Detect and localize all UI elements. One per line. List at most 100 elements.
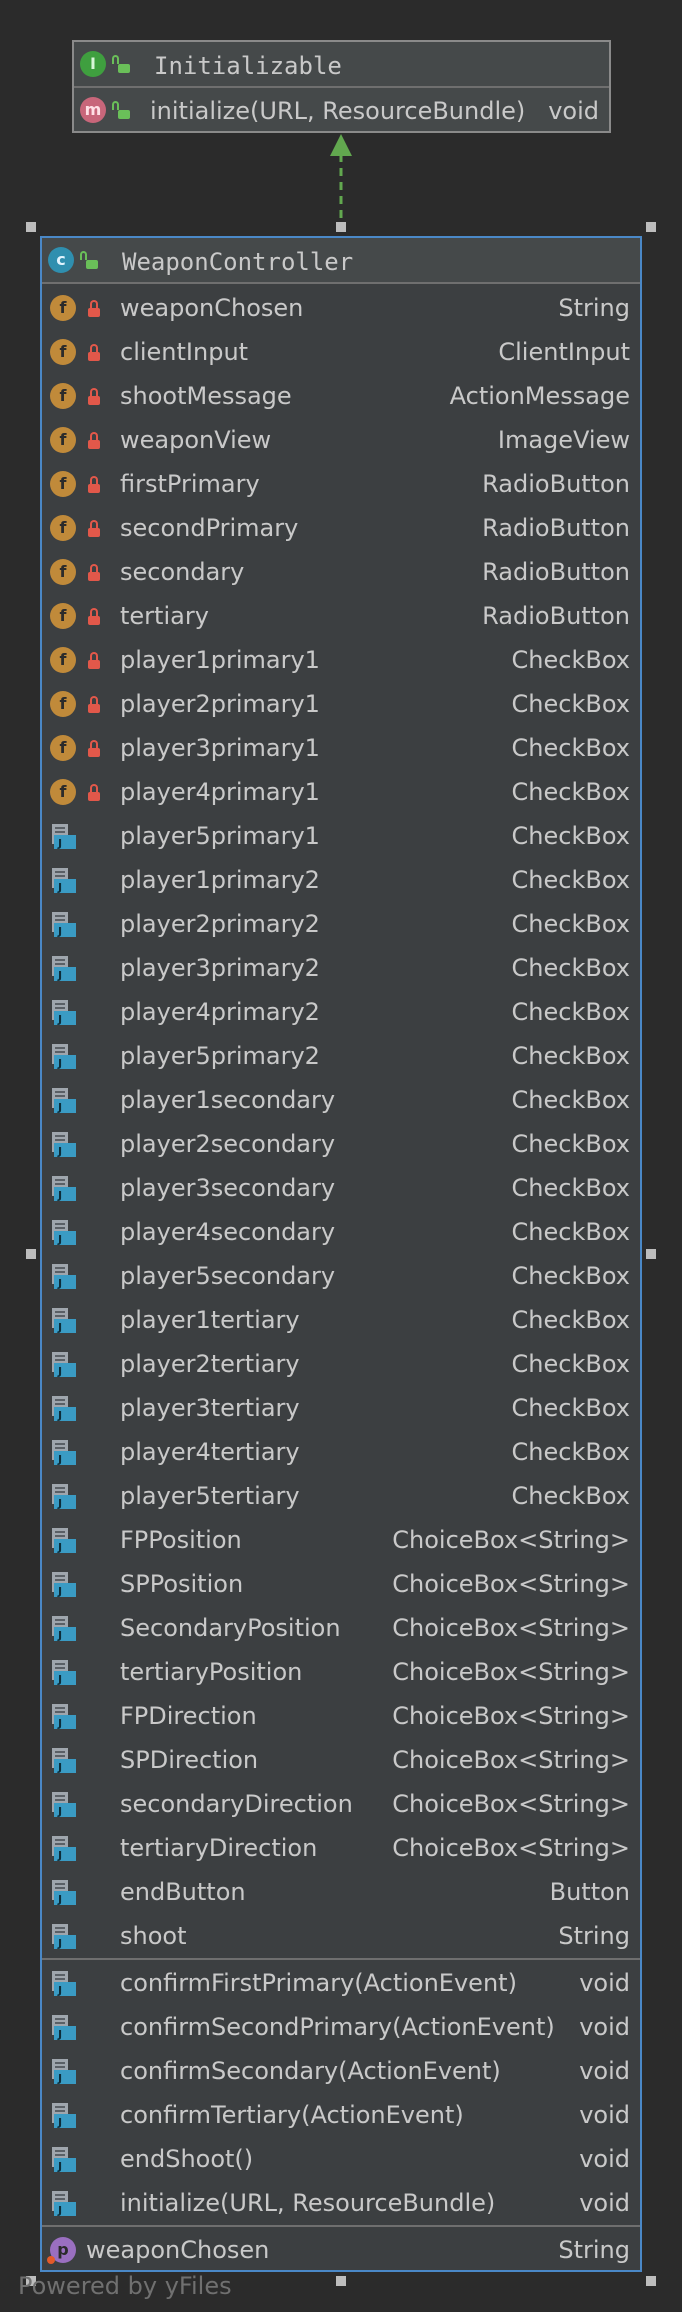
field-name: player3primary2 [120,954,320,982]
field-row: J SPPosition ChoiceBox<String> [42,1562,640,1606]
field-name: player5tertiary [120,1482,300,1510]
field-type: CheckBox [511,1174,630,1202]
property-row: p weaponChosen String [42,2228,640,2272]
field-row: Jplayer4secondary CheckBox [42,1210,640,1254]
resize-handle[interactable] [646,1249,656,1259]
field-name: player3tertiary [120,1394,300,1422]
resize-handle[interactable] [646,222,656,232]
field-name: FPDirection [120,1702,257,1730]
svg-text:J: J [57,1277,62,1290]
private-lock-icon [88,564,100,581]
field-icon: f [50,427,76,453]
svg-text:J: J [57,1541,62,1554]
field-type: CheckBox [511,1438,630,1466]
java-member-icon: J [50,1878,78,1906]
svg-text:J: J [57,1629,62,1642]
field-type: ActionMessage [449,382,630,410]
field-name: weaponView [120,426,272,454]
svg-text:J: J [57,2160,62,2173]
field-icon: f [50,603,76,629]
svg-text:J: J [57,1893,62,1906]
svg-text:J: J [57,1937,62,1950]
svg-text:J: J [57,1717,62,1730]
method-name: initialize(URL, ResourceBundle) [120,2189,496,2217]
field-row: JtertiaryDirection ChoiceBox<String> [42,1826,640,1870]
field-type: ImageView [497,426,630,454]
divider [42,2225,640,2227]
method-type: void [579,2013,630,2041]
svg-text:J: J [57,1409,62,1422]
java-member-icon: J [50,2057,78,2085]
java-member-icon: J [50,1394,78,1422]
java-member-icon: J [50,866,78,894]
field-type: ChoiceBox<String> [392,1746,630,1774]
svg-text:J: J [57,2072,62,2085]
resize-handle[interactable] [336,2276,346,2286]
java-member-icon: J [50,1658,78,1686]
java-member-icon: J [50,910,78,938]
field-icon: f [50,691,76,717]
svg-text:J: J [57,1321,62,1334]
field-type: ChoiceBox<String> [392,1570,630,1598]
private-lock-icon [88,520,100,537]
java-member-icon: J [50,998,78,1026]
resize-handle[interactable] [26,1249,36,1259]
svg-text:J: J [57,1585,62,1598]
field-row: f weaponChosen String [42,286,640,330]
field-type: CheckBox [511,1042,630,1070]
field-icon: f [50,383,76,409]
field-row: Jplayer3primary2 CheckBox [42,946,640,990]
field-row: Jplayer5tertiary CheckBox [42,1474,640,1518]
interface-node[interactable]: I Initializable m initialize(URL, Resour… [72,40,611,133]
class-icon: c [48,247,74,273]
field-name: secondary [120,558,245,586]
field-type: CheckBox [511,646,630,674]
field-name: player4secondary [120,1218,336,1246]
field-row: f secondPrimary RadioButton [42,506,640,550]
method-row: JconfirmTertiary(ActionEvent) void [42,2093,640,2137]
field-row: f shootMessage ActionMessage [42,374,640,418]
field-name: player2tertiary [120,1350,300,1378]
field-type: CheckBox [511,690,630,718]
resize-handle[interactable] [646,2276,656,2286]
private-lock-icon [88,696,100,713]
svg-text:J: J [57,837,62,850]
field-name: endButton [120,1878,246,1906]
java-member-icon: J [50,1306,78,1334]
field-type: ChoiceBox<String> [392,1790,630,1818]
field-name: player4tertiary [120,1438,300,1466]
private-lock-icon [88,300,100,317]
field-name: SPDirection [120,1746,259,1774]
field-type: RadioButton [482,470,630,498]
field-name: player5primary2 [120,1042,320,1070]
field-name: player1primary1 [120,646,320,674]
field-type: String [558,294,630,322]
field-name: player4primary1 [120,778,320,806]
java-member-icon: J [50,1262,78,1290]
field-row: f tertiary RadioButton [42,594,640,638]
field-row: Jplayer3tertiary CheckBox [42,1386,640,1430]
resize-handle[interactable] [336,222,346,232]
field-row: f player2primary1 CheckBox [42,682,640,726]
public-visibility-icon [112,101,130,119]
java-member-icon: J [50,1130,78,1158]
field-name: player2primary1 [120,690,320,718]
field-icon: f [50,295,76,321]
field-row: Jplayer2tertiary CheckBox [42,1342,640,1386]
field-type: CheckBox [511,910,630,938]
field-type: CheckBox [511,1394,630,1422]
method-name: confirmTertiary(ActionEvent) [120,2101,464,2129]
java-member-icon: J [50,1702,78,1730]
field-row: Jplayer1secondary CheckBox [42,1078,640,1122]
svg-text:J: J [57,1365,62,1378]
svg-text:J: J [57,1189,62,1202]
field-row: JsecondaryDirection ChoiceBox<String> [42,1782,640,1826]
method-return-type: void [548,97,599,125]
class-node[interactable]: c WeaponController f weaponChosen String f c… [40,236,642,2272]
field-name: player1primary2 [120,866,320,894]
class-header: c WeaponController [42,238,640,282]
field-type: CheckBox [511,778,630,806]
property-icon: p [47,2237,76,2264]
resize-handle[interactable] [26,222,36,232]
class-name: WeaponController [122,248,354,276]
